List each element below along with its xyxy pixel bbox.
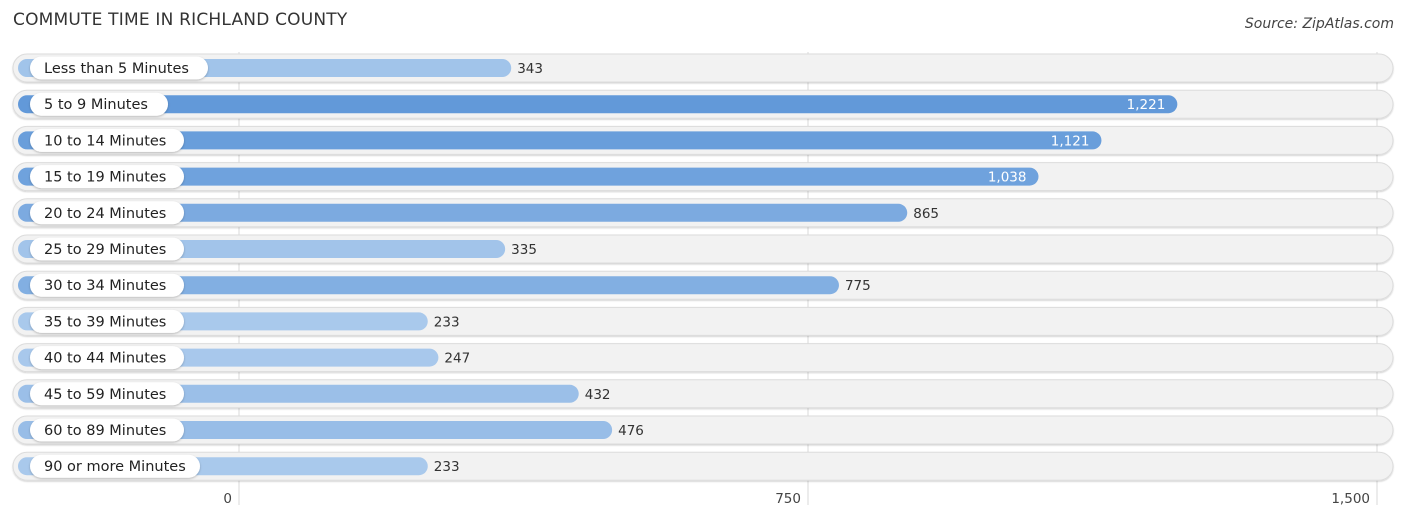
- x-axis: 0 750 1,500: [223, 491, 1370, 507]
- category-label: 45 to 59 Minutes: [44, 387, 166, 403]
- bar-row: 25 to 29 Minutes 335: [12, 234, 1394, 264]
- category-label: 10 to 14 Minutes: [44, 133, 166, 149]
- bar-row: 30 to 34 Minutes 775: [12, 270, 1394, 300]
- bar[interactable]: [18, 95, 1178, 114]
- category-label: 5 to 9 Minutes: [44, 97, 148, 113]
- value-label: 335: [511, 242, 537, 258]
- bar-row: 5 to 9 Minutes 1,221: [12, 89, 1394, 119]
- category-label: 30 to 34 Minutes: [44, 278, 166, 294]
- x-tick-label: 750: [775, 491, 801, 507]
- value-label: 1,221: [1127, 97, 1166, 113]
- bar-row: 40 to 44 Minutes 247: [12, 343, 1394, 373]
- bar-row: 90 or more Minutes 233: [12, 451, 1394, 481]
- bar-row: Less than 5 Minutes 343: [12, 53, 1394, 83]
- category-label: 15 to 19 Minutes: [44, 170, 166, 186]
- bar-row: 20 to 24 Minutes 865: [12, 198, 1394, 228]
- x-tick-label: 0: [223, 491, 232, 507]
- category-label: 40 to 44 Minutes: [44, 351, 166, 367]
- category-label: 25 to 29 Minutes: [44, 242, 166, 258]
- value-label: 247: [444, 351, 470, 367]
- value-label: 476: [618, 423, 644, 439]
- value-label: 233: [434, 314, 460, 330]
- rows-layer: Less than 5 Minutes 343 5 to 9 Minutes 1,22…: [12, 53, 1394, 481]
- bar-row: 35 to 39 Minutes 233: [12, 306, 1394, 336]
- value-label: 432: [585, 387, 611, 403]
- bar-row: 15 to 19 Minutes 1,038: [12, 162, 1394, 192]
- value-label: 775: [845, 278, 871, 294]
- value-label: 1,038: [988, 170, 1027, 186]
- category-label: 35 to 39 Minutes: [44, 314, 166, 330]
- bar-chart: Less than 5 Minutes 343 5 to 9 Minutes 1,22…: [12, 52, 1394, 507]
- bar-row: 10 to 14 Minutes 1,121: [12, 125, 1394, 155]
- value-label: 233: [434, 459, 460, 475]
- category-label: 60 to 89 Minutes: [44, 423, 166, 439]
- category-label: 90 or more Minutes: [44, 459, 186, 475]
- category-label: 20 to 24 Minutes: [44, 206, 166, 222]
- value-label: 1,121: [1051, 133, 1090, 149]
- x-tick-label: 1,500: [1331, 491, 1370, 507]
- value-label: 865: [913, 206, 939, 222]
- category-label: Less than 5 Minutes: [44, 61, 189, 77]
- bar-row: 45 to 59 Minutes 432: [12, 379, 1394, 409]
- bar-row: 60 to 89 Minutes 476: [12, 415, 1394, 445]
- value-label: 343: [517, 61, 543, 77]
